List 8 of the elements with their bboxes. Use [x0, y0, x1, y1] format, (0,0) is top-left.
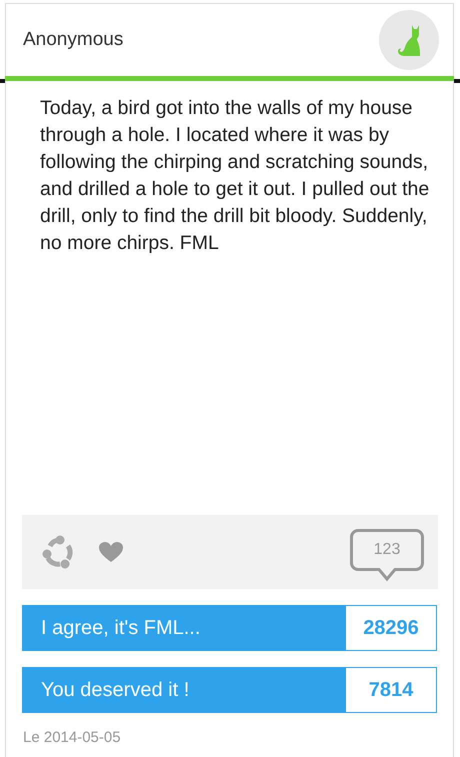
post-date: Le 2014-05-05	[23, 729, 122, 746]
author-name: Anonymous	[23, 29, 124, 51]
comment-count[interactable]: 123	[350, 529, 424, 583]
post-text: Today, a bird got into the walls of my house through a hole. I located where it was by following the chirping and scratching sounds, and drilled a hole to get it out. I pulled out the drill, only to find the drill bit bloody. Suddenly, no more chirps. FML	[40, 96, 430, 256]
heart-icon[interactable]	[98, 541, 124, 563]
vote-button[interactable]: You deserved it ! 7814	[22, 667, 437, 713]
vote-button[interactable]: I agree, it's FML... 28296	[22, 605, 437, 651]
cat-icon	[396, 23, 422, 57]
